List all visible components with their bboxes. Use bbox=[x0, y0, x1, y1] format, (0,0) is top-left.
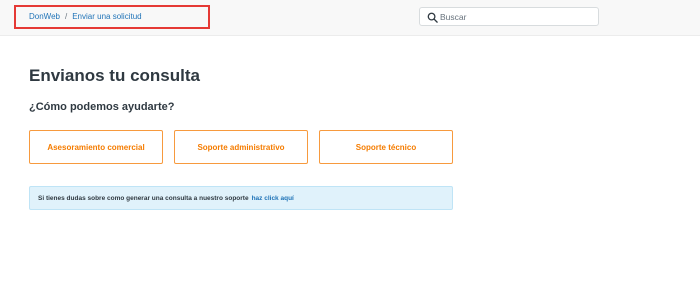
page-title: Envianos tu consulta bbox=[29, 66, 200, 85]
search-box[interactable] bbox=[419, 7, 599, 26]
breadcrumb-current-link[interactable]: Enviar una solicitud bbox=[72, 12, 141, 21]
info-text: Si tienes dudas sobre como generar una c… bbox=[38, 194, 249, 202]
header-divider bbox=[0, 35, 700, 36]
top-bar: DonWeb / Enviar una solicitud bbox=[0, 0, 700, 35]
search-input[interactable] bbox=[440, 9, 595, 24]
page-subtitle: ¿Cómo podemos ayudarte? bbox=[29, 101, 175, 113]
administrative-support-button[interactable]: Soporte administrativo bbox=[174, 130, 308, 164]
info-banner: Si tienes dudas sobre como generar una c… bbox=[29, 186, 453, 210]
breadcrumb: DonWeb / Enviar una solicitud bbox=[29, 12, 142, 21]
search-icon bbox=[427, 12, 438, 23]
breadcrumb-home-link[interactable]: DonWeb bbox=[29, 12, 60, 21]
info-link[interactable]: haz click aquí bbox=[252, 195, 294, 202]
breadcrumb-separator: / bbox=[64, 12, 68, 21]
commercial-advice-button[interactable]: Asesoramiento comercial bbox=[29, 130, 163, 164]
technical-support-button[interactable]: Soporte técnico bbox=[319, 130, 453, 164]
